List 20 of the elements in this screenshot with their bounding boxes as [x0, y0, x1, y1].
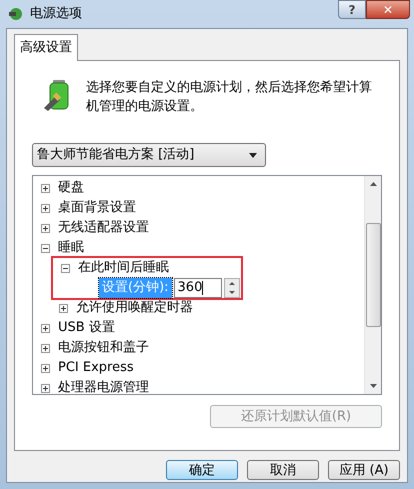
- tree-item[interactable]: 无线适配器设置: [58, 218, 149, 238]
- dialog-button[interactable]: 确定: [166, 460, 238, 480]
- tab[interactable]: 高级设置: [14, 34, 78, 61]
- minutes-field[interactable]: 360: [174, 278, 222, 298]
- tree-item[interactable]: USB 设置: [58, 318, 115, 338]
- tree-item[interactable]: 硬盘: [58, 178, 84, 198]
- tree-item[interactable]: 电源按钮和盖子: [58, 338, 149, 358]
- window-title: 电源选项: [30, 5, 82, 24]
- help-button[interactable]: ?: [338, 0, 366, 19]
- tree-item[interactable]: 允许使用唤醒定时器: [76, 298, 193, 318]
- tree-item[interactable]: 桌面背景设置: [58, 198, 136, 218]
- tree-item[interactable]: 处理器电源管理: [58, 378, 149, 394]
- tree-item[interactable]: 睡眠: [58, 238, 84, 258]
- plan-dropdown[interactable]: 鲁大师节能省电方案 [活动]: [32, 143, 266, 167]
- tree-item[interactable]: 在此时间后睡眠: [78, 258, 169, 278]
- dialog-button[interactable]: 取消: [247, 460, 319, 480]
- tree-item[interactable]: PCI Express: [58, 358, 134, 378]
- description: 选择您要自定义的电源计划，然后选择您希望计算机管理的电源设置。: [86, 79, 373, 116]
- dialog-button[interactable]: 应用 (A): [328, 460, 400, 480]
- setting-label: 设置(分钟):: [99, 278, 172, 298]
